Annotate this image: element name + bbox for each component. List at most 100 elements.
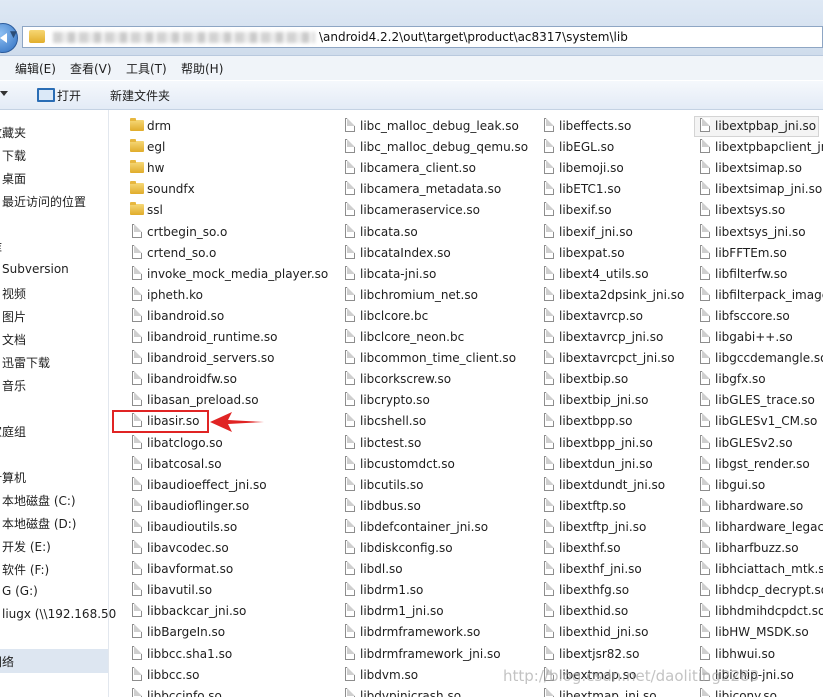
file-item[interactable]: libdrmframework_jni.so [343,644,529,665]
address-input[interactable]: \android4.2.2\out\target\product\ac8317\… [22,26,823,48]
file-item[interactable]: libandroid.so [130,306,320,327]
nav-documents[interactable]: 文档 [2,331,26,348]
nav-network-share[interactable]: liugx (\\192.168.50 [2,607,116,621]
file-item[interactable]: libextmap.so [542,665,692,686]
nav-drive-g[interactable]: G (G:) [2,584,38,598]
open-button[interactable]: 打开 [57,87,81,104]
nav-libraries[interactable]: 库 [0,239,2,256]
file-item[interactable]: libextavrcpct_jni.so [542,348,692,369]
nav-desktop[interactable]: 桌面 [2,170,26,187]
file-item[interactable]: libcamera_metadata.so [343,179,529,200]
nav-subversion[interactable]: Subversion [2,262,69,276]
menu-edit[interactable]: 编辑(E) [15,60,56,77]
file-item[interactable]: libaudioflinger.so [130,496,320,517]
file-item[interactable]: libextbpp.so [542,411,692,432]
nav-downloads[interactable]: 下载 [2,147,26,164]
file-item[interactable]: libbackcar_jni.so [130,601,320,622]
file-item[interactable]: libexthf_jni.so [542,559,692,580]
file-item[interactable]: libextsys_jni.so [698,222,823,243]
file-item[interactable]: libc_malloc_debug_qemu.so [343,137,529,158]
file-item[interactable]: libgccdemangle.so [698,348,823,369]
file-item[interactable]: libexthfg.so [542,580,692,601]
file-item[interactable]: libatclogo.so [130,433,320,454]
file-item[interactable]: libcorkscrew.so [343,369,529,390]
file-item[interactable]: libfilterpack_image [698,285,823,306]
nav-pictures[interactable]: 图片 [2,308,26,325]
file-item[interactable]: libGLESv1_CM.so [698,411,823,432]
file-item[interactable]: libclcore.bc [343,306,529,327]
nav-homegroup[interactable]: 家庭组 [0,423,26,440]
file-item[interactable]: libextpbap_jni.so [698,116,823,137]
file-item[interactable]: libdefcontainer_jni.so [343,517,529,538]
file-item[interactable]: libcamera_client.so [343,158,529,179]
file-item[interactable]: libextbip_jni.so [542,390,692,411]
nav-drive-c[interactable]: 本地磁盘 (C:) [2,492,76,509]
menu-help[interactable]: 帮助(H) [181,60,223,77]
file-item[interactable]: libextsimap_jni.so [698,179,823,200]
file-item[interactable]: libhdcp_decrypt.so [698,580,823,601]
menu-tools[interactable]: 工具(T) [126,60,167,77]
file-item[interactable]: libhciattach_mtk.so [698,559,823,580]
open-icon[interactable] [37,88,55,102]
file-item[interactable]: libdl.so [343,559,529,580]
file-item[interactable]: libavutil.so [130,580,320,601]
file-item[interactable]: libBargeIn.so [130,622,320,643]
file-item[interactable]: libaudioeffect_jni.so [130,475,320,496]
file-item[interactable]: libextsimap.so [698,158,823,179]
file-item[interactable]: libexif_jni.so [542,222,692,243]
file-item[interactable]: libexif.so [542,200,692,221]
file-item[interactable]: libandroidfw.so [130,369,320,390]
file-item[interactable]: libgui.so [698,475,823,496]
chevron-down-icon[interactable] [0,91,8,96]
file-item[interactable]: invoke_mock_media_player.so [130,264,328,285]
file-item[interactable]: libbcc.sha1.so [130,644,320,665]
file-item[interactable]: libcata-jni.so [343,264,529,285]
file-item[interactable]: libEGL.so [542,137,692,158]
file-item[interactable]: libdvpinicrash.so [343,686,529,697]
history-dropdown-icon[interactable]: ▼ [10,30,17,40]
nav-network[interactable]: 网络 [0,653,14,670]
file-item[interactable]: libharfbuzz.so [698,538,823,559]
file-item[interactable]: libextpbapclient_jni [698,137,823,158]
file-item[interactable]: libgabi++.so [698,327,823,348]
file-item[interactable]: libbccinfo.so [130,686,320,697]
file-item[interactable]: libextftp_jni.so [542,517,692,538]
nav-drive-d[interactable]: 本地磁盘 (D:) [2,515,76,532]
new-folder-button[interactable]: 新建文件夹 [110,87,170,104]
file-item[interactable]: libextjsr82.so [542,644,692,665]
file-item[interactable]: libdbus.so [343,496,529,517]
file-item[interactable]: libcataIndex.so [343,243,529,264]
file-item[interactable]: libdiskconfig.so [343,538,529,559]
file-item[interactable]: libexta2dpsink_jni.so [542,285,692,306]
file-item[interactable]: libextsys.so [698,200,823,221]
file-item[interactable]: libextbpp_jni.so [542,433,692,454]
file-item[interactable]: libextdundt_jni.so [542,475,692,496]
nav-drive-f[interactable]: 软件 (F:) [2,561,49,578]
file-item[interactable]: libdrm1_jni.so [343,601,529,622]
file-item[interactable]: libaudioutils.so [130,517,320,538]
file-item[interactable]: libdrmframework.so [343,622,529,643]
folder-item[interactable]: drm [130,116,320,137]
file-item[interactable]: libdrm1.so [343,580,529,601]
file-item[interactable]: libGLES_trace.so [698,390,823,411]
file-item[interactable]: libchromium_net.so [343,285,529,306]
file-item[interactable]: libHW_MSDK.so [698,622,823,643]
file-item[interactable]: libGLESv2.so [698,433,823,454]
file-item[interactable]: libavcodec.so [130,538,320,559]
file-item[interactable]: libclcore_neon.bc [343,327,529,348]
file-item[interactable]: libexthf.so [542,538,692,559]
nav-videos[interactable]: 视频 [2,285,26,302]
file-item[interactable]: libcutils.so [343,475,529,496]
nav-favorites[interactable]: 收藏夹 [0,124,26,141]
file-item[interactable]: libandroid_servers.so [130,348,320,369]
file-item[interactable]: libcustomdct.so [343,454,529,475]
file-item[interactable]: libextmap_jni.so [542,686,692,697]
nav-recent-places[interactable]: 最近访问的位置 [2,193,86,210]
file-item[interactable]: libhardware.so [698,496,823,517]
file-item[interactable]: libcrypto.so [343,390,529,411]
file-item[interactable]: libfsccore.so [698,306,823,327]
file-item[interactable]: libext4_utils.so [542,264,692,285]
nav-computer[interactable]: 计算机 [0,469,26,486]
file-item[interactable]: libgfx.so [698,369,823,390]
folder-item[interactable]: ssl [130,200,320,221]
